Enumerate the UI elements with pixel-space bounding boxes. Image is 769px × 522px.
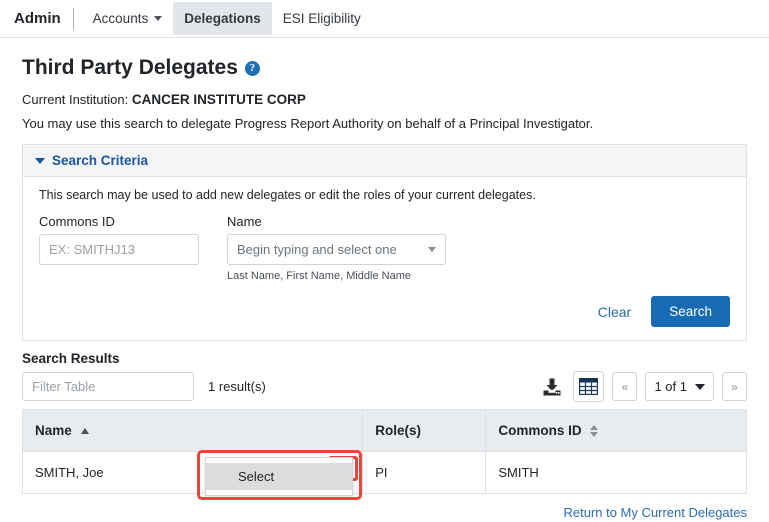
pagination-previous-button[interactable]: « [612,372,638,401]
nav-brand: Admin [14,10,61,27]
table-row: SMITH, Joe PI SMITH [21,451,747,494]
search-criteria-description: This search may be used to add new deleg… [39,188,536,202]
column-label: Name [35,423,72,438]
column-label: Role(s) [375,423,422,438]
search-criteria-header[interactable]: Search Criteria [23,145,746,177]
search-fields-row: Commons ID Name Begin typing and select … [39,214,730,282]
pagination-page-select[interactable]: 1 of 1 [645,372,714,401]
table-tools: « 1 of 1 » [539,371,747,402]
column-header-commons-id[interactable]: Commons ID [485,409,747,452]
sort-ascending-icon [80,428,89,435]
search-panel-actions: Clear Search [23,292,746,340]
top-navigation-bar: Admin Accounts Delegations ESI Eligibili… [0,0,769,38]
chevron-down-icon [154,16,163,21]
nav-item-label: ESI Eligibility [282,11,361,26]
footer-links: Return to My Current Delegates [22,494,747,520]
download-icon[interactable] [539,373,565,401]
chevron-down-icon [695,383,705,390]
results-toolbar: 1 result(s) [22,371,747,402]
help-circle-icon[interactable]: ? [244,60,260,76]
commons-id-label: Commons ID [39,214,115,229]
page-title: Third Party Delegates ? [22,56,747,80]
name-label: Name [227,214,262,229]
table-body: SMITH, Joe PI SMITH [21,451,747,494]
nav-item-accounts[interactable]: Accounts [82,2,174,35]
table-head: Name Role(s) Commons ID [21,409,747,452]
nav-item-esi-eligibility[interactable]: ESI Eligibility [272,2,372,35]
commons-id-input[interactable] [39,234,199,265]
result-count: 1 result(s) [208,379,266,394]
row-name-value: SMITH, Joe [35,465,104,480]
caret-down-icon [428,247,436,252]
column-header-name[interactable]: Name [21,409,364,452]
nav-divider [72,7,74,30]
search-results-table: Name Role(s) Commons ID SMITH, Joe PI SM… [21,409,747,494]
name-select[interactable]: Begin typing and select one [227,234,446,265]
search-button[interactable]: Search [651,296,730,327]
dropdown-menu: Select [205,457,353,496]
search-criteria-panel: Search Criteria This search may be used … [22,144,747,341]
page-description: You may use this search to delegate Prog… [22,116,594,131]
nav-item-delegations[interactable]: Delegations [173,2,272,35]
current-institution: Current Institution: CANCER INSTITUTE CO… [22,92,747,107]
name-field-hint: Last Name, First Name, Middle Name [227,270,411,282]
commons-id-field-group: Commons ID [39,214,199,282]
return-to-current-delegates-link[interactable]: Return to My Current Delegates [563,505,747,520]
pagination-next-button[interactable]: » [722,372,747,401]
column-label: Commons ID [498,423,582,438]
search-criteria-body: This search may be used to add new deleg… [23,177,746,292]
page-content: Third Party Delegates ? Current Institut… [0,38,769,520]
page-title-text: Third Party Delegates [22,56,238,79]
row-action-dropdown: Select [205,457,353,496]
nav-item-label: Accounts [92,11,149,26]
sort-both-icon [590,425,599,438]
table-header-row: Name Role(s) Commons ID [21,409,747,452]
institution-value: CANCER INSTITUTE CORP [131,92,306,107]
clear-button[interactable]: Clear [592,299,637,325]
institution-label: Current Institution: [22,92,129,107]
search-results-title: Search Results [22,351,120,366]
name-select-value: Begin typing and select one [237,242,397,257]
search-criteria-title: Search Criteria [52,153,149,168]
dropdown-item-select[interactable]: Select [206,463,352,490]
table-grid-icon[interactable] [573,371,605,402]
filter-table-input[interactable] [22,372,194,401]
cell-commons-id: SMITH [485,451,747,494]
pagination-page-value: 1 of 1 [654,379,687,394]
name-field-group: Name Begin typing and select one Last Na… [227,214,446,282]
nav-item-label: Delegations [184,11,261,26]
triangle-down-icon [35,157,45,164]
column-header-roles[interactable]: Role(s) [362,409,487,452]
cell-roles: PI [362,451,487,494]
